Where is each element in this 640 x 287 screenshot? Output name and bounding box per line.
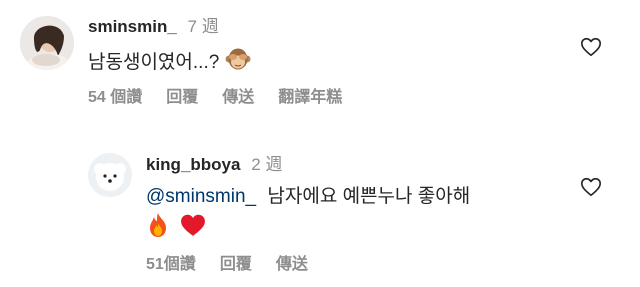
comment-actions: 54 個讚 回覆 傳送 翻譯年糕 [88,88,342,108]
red-heart-icon [180,213,206,242]
comment-text-content: 남자에요 예쁜누나 좋아해 [267,186,471,207]
mention-link[interactable]: @sminsmin_ [146,186,256,207]
likes-count[interactable]: 54 個讚 [88,88,142,108]
avatar[interactable] [20,16,74,70]
translate-button[interactable]: 翻譯年糕 [278,88,342,108]
user-photo-icon [20,16,74,70]
username[interactable]: sminsmin_ [88,17,177,36]
like-heart-icon[interactable] [580,176,602,198]
reply-button[interactable]: 回覆 [166,88,198,108]
like-heart-icon[interactable] [580,36,602,58]
reply-button[interactable]: 回覆 [220,255,252,275]
fire-icon [146,212,170,243]
comment-text-content: 남동생이였어...? [88,52,220,74]
likes-count[interactable]: 51個讚 [146,255,196,275]
see-no-evil-monkey-icon [225,47,251,79]
send-button[interactable]: 傳送 [222,88,254,108]
send-button[interactable]: 傳送 [276,255,308,275]
comment-actions: 51個讚 回覆 傳送 [146,255,308,275]
timestamp: 2 週 [251,155,283,174]
comment-text: 남동생이였어...? [88,47,251,79]
username[interactable]: king_bboya [146,155,240,174]
emoji-line [146,212,206,240]
avatar[interactable] [88,153,132,197]
comment-text: @sminsmin_ 남자에요 예쁜누나 좋아해 [146,184,470,210]
white-dog-photo-icon [88,153,132,197]
timestamp: 7 週 [187,17,219,36]
